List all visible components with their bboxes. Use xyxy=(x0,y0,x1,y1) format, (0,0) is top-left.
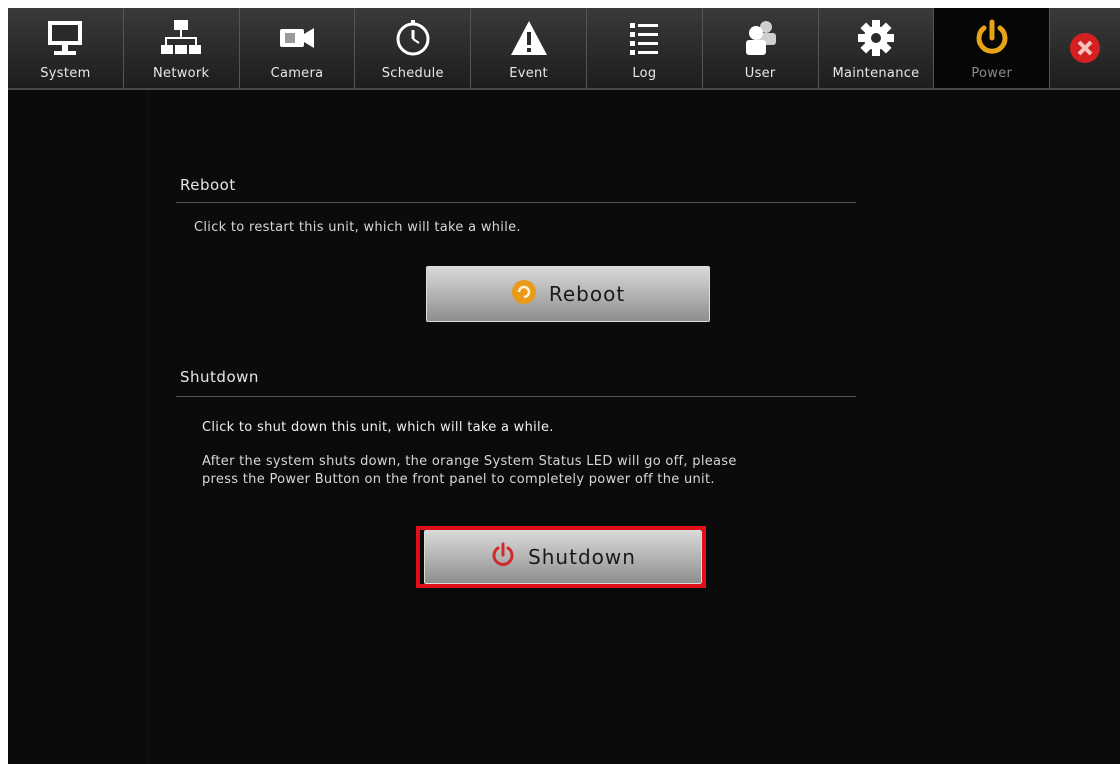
list-icon xyxy=(622,18,666,58)
app-window: System Network Camera Schedule Event Log… xyxy=(8,8,1120,764)
tab-label: Camera xyxy=(270,66,324,81)
tab-schedule[interactable]: Schedule xyxy=(355,8,472,88)
tab-label: User xyxy=(744,66,776,81)
tab-label: System xyxy=(40,66,91,81)
warning-icon xyxy=(507,18,551,58)
main-toolbar: System Network Camera Schedule Event Log… xyxy=(8,8,1120,90)
close-icon xyxy=(1063,28,1107,68)
clock-icon xyxy=(391,18,435,58)
shutdown-section-title: Shutdown xyxy=(180,368,259,386)
reboot-icon xyxy=(511,279,537,310)
tab-label: Schedule xyxy=(381,66,444,81)
tab-label: Power xyxy=(971,66,1013,81)
close-button[interactable] xyxy=(1050,8,1120,88)
tab-label: Maintenance xyxy=(832,66,920,81)
tab-label: Network xyxy=(153,66,210,81)
shutdown-button[interactable]: Shutdown xyxy=(424,530,702,584)
reboot-section-title: Reboot xyxy=(180,176,236,194)
tab-log[interactable]: Log xyxy=(587,8,703,88)
shutdown-divider xyxy=(176,396,856,397)
gear-icon xyxy=(854,18,898,58)
network-icon xyxy=(159,18,203,58)
tab-label: Log xyxy=(632,66,657,81)
camera-icon xyxy=(275,18,319,58)
shutdown-description: Click to shut down this unit, which will… xyxy=(202,420,554,435)
power-panel: Reboot Click to restart this unit, which… xyxy=(8,90,1120,764)
tab-network[interactable]: Network xyxy=(124,8,240,88)
tab-label: Event xyxy=(509,66,548,81)
reboot-button[interactable]: Reboot xyxy=(426,266,710,322)
tab-user[interactable]: User xyxy=(703,8,819,88)
shutdown-note-line1: After the system shuts down, the orange … xyxy=(202,454,737,469)
tab-event[interactable]: Event xyxy=(471,8,587,88)
tab-maintenance[interactable]: Maintenance xyxy=(819,8,935,88)
reboot-button-label: Reboot xyxy=(548,282,626,306)
reboot-description: Click to restart this unit, which will t… xyxy=(194,220,521,235)
power-icon xyxy=(970,18,1014,58)
monitor-icon xyxy=(43,18,87,58)
reboot-divider xyxy=(176,202,856,203)
tab-power[interactable]: Power xyxy=(934,8,1051,88)
users-icon xyxy=(738,18,782,58)
tab-camera[interactable]: Camera xyxy=(240,8,356,88)
shutdown-button-label: Shutdown xyxy=(528,545,636,569)
tab-system[interactable]: System xyxy=(8,8,124,88)
shutdown-note-line2: press the Power Button on the front pane… xyxy=(202,472,715,487)
power-icon xyxy=(490,542,516,573)
